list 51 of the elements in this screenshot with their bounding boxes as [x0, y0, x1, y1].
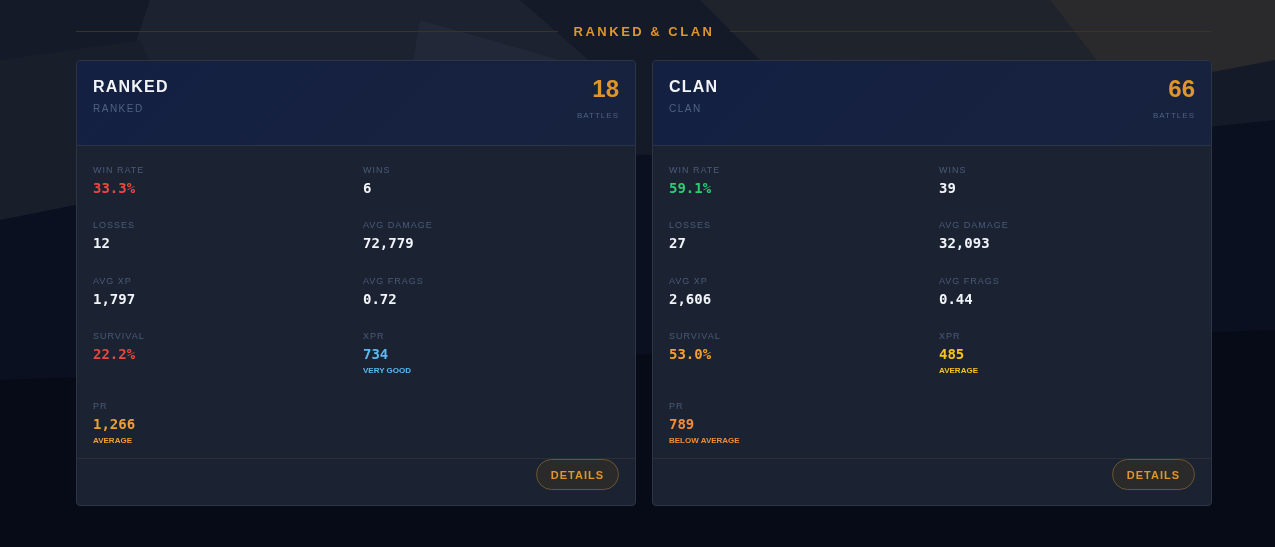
stat-value: 59.1%: [669, 179, 713, 198]
stat-label: LOSSES: [93, 220, 137, 233]
details-button[interactable]: DETAILS: [1111, 459, 1195, 490]
stat-label: WINS: [939, 165, 968, 177]
card-subtitle: RANKED: [93, 103, 145, 114]
card-title: RANKED: [93, 78, 169, 96]
rating-label: BELOW AVERAGE: [669, 435, 741, 445]
rating-label: AVERAGE: [939, 366, 979, 376]
stat-value: 33.3%: [93, 179, 137, 198]
stat-value: 2,606: [669, 289, 713, 309]
stat-label: PR: [93, 400, 109, 413]
battles-count: 66: [1167, 75, 1195, 103]
stat-value: 27: [669, 234, 687, 254]
stat-value: 0.44: [939, 289, 974, 309]
stat-label: XPR: [363, 331, 386, 344]
battles-count: 18: [591, 75, 619, 103]
battles-label: BATTLES: [1153, 111, 1195, 120]
stat-label: AVG XP: [669, 275, 709, 288]
stat-label: AVG FRAGS: [939, 275, 1001, 288]
stat-value: 485: [939, 345, 966, 365]
rating-label: AVERAGE: [93, 435, 133, 445]
stat-label: AVG XP: [93, 275, 133, 288]
stat-label: AVG FRAGS: [363, 275, 425, 288]
stat-value: 789: [669, 414, 696, 434]
stat-value: 6: [363, 179, 373, 198]
stat-value: 0.72: [363, 289, 398, 309]
stat-label: SURVIVAL: [93, 331, 146, 344]
card-subtitle: CLAN: [669, 103, 703, 114]
stat-label: PR: [669, 400, 685, 413]
stat-label: LOSSES: [669, 220, 713, 233]
stat-label: XPR: [939, 331, 962, 344]
stat-label: WINS: [363, 165, 392, 177]
stat-value: 72,779: [363, 234, 415, 254]
stat-label: AVG DAMAGE: [939, 220, 1010, 233]
stat-value: 39: [939, 179, 957, 198]
battles-label: BATTLES: [577, 111, 619, 120]
stat-label: AVG DAMAGE: [363, 220, 434, 233]
section-title: RANKED & CLAN: [573, 23, 715, 39]
rating-label: VERY GOOD: [363, 366, 412, 376]
stat-value: 22.2%: [93, 345, 137, 365]
card-title: CLAN: [669, 78, 719, 96]
stat-value: 32,093: [939, 234, 991, 254]
stat-value: 734: [363, 345, 390, 365]
stat-label: WIN RATE: [669, 165, 722, 177]
details-button[interactable]: DETAILS: [535, 459, 619, 490]
stat-value: 53.0%: [669, 345, 713, 365]
stat-value: 1,797: [93, 289, 137, 309]
stat-value: 12: [93, 234, 111, 254]
stat-label: SURVIVAL: [669, 331, 722, 344]
stat-label: WIN RATE: [93, 165, 146, 177]
stat-value: 1,266: [93, 414, 137, 434]
